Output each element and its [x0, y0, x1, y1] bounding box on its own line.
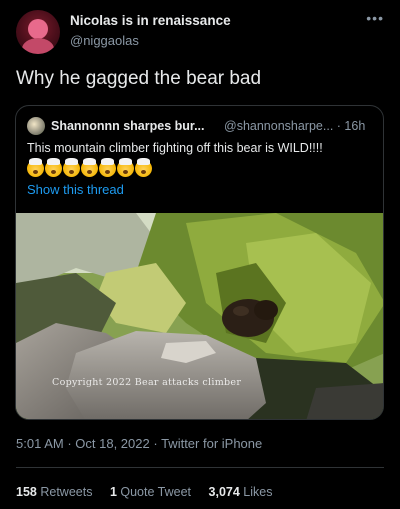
engagement-stats: 158 Retweets 1 Quote Tweet 3,074 Likes [16, 485, 286, 499]
avatar-shoulders [22, 38, 54, 54]
quoted-handle-time: @shannonsharpe... · 16h [224, 119, 365, 133]
emoji-row [27, 158, 152, 178]
likes-stat[interactable]: 3,074 Likes [209, 485, 273, 499]
user-handle[interactable]: @niggaolas [70, 33, 139, 48]
tweet-source[interactable]: Twitter for iPhone [161, 436, 262, 451]
exploding-head-emoji [135, 158, 152, 177]
quoted-tweet-card[interactable]: Shannonnn sharpes bur... @shannonsharpe.… [15, 105, 384, 420]
more-horizontal-icon[interactable]: ••• [366, 10, 384, 26]
tweet-text: Why he gagged the bear bad [16, 68, 262, 89]
video-thumbnail[interactable]: Copyright 2022 Bear attacks climber [16, 213, 383, 419]
exploding-head-emoji [27, 158, 44, 177]
quoted-handle: @shannonsharpe... [224, 119, 334, 133]
quoted-display-name: Shannonnn sharpes bur... [51, 119, 205, 133]
quote-tweets-stat[interactable]: 1 Quote Tweet [110, 485, 191, 499]
display-name[interactable]: Nicolas is in renaissance [70, 13, 231, 28]
profile-avatar[interactable] [16, 10, 60, 54]
quoted-avatar[interactable] [27, 117, 45, 135]
bear-scene-image [16, 213, 383, 419]
exploding-head-emoji [117, 158, 134, 177]
tweet-date[interactable]: Oct 18, 2022 [75, 436, 149, 451]
avatar-head [28, 19, 48, 39]
exploding-head-emoji [81, 158, 98, 177]
show-thread-link[interactable]: Show this thread [27, 182, 124, 197]
quoted-time: 16h [344, 119, 366, 133]
exploding-head-emoji [63, 158, 80, 177]
tweet-meta: 5:01 AM · Oct 18, 2022 · Twitter for iPh… [16, 436, 262, 451]
exploding-head-emoji [99, 158, 116, 177]
retweets-stat[interactable]: 158 Retweets [16, 485, 92, 499]
exploding-head-emoji [45, 158, 62, 177]
dot-separator: · [153, 436, 162, 451]
tweet-time[interactable]: 5:01 AM [16, 436, 64, 451]
divider [16, 467, 384, 468]
quoted-text: This mountain climber fighting off this … [27, 141, 323, 155]
video-watermark: Copyright 2022 Bear attacks climber [52, 377, 242, 388]
